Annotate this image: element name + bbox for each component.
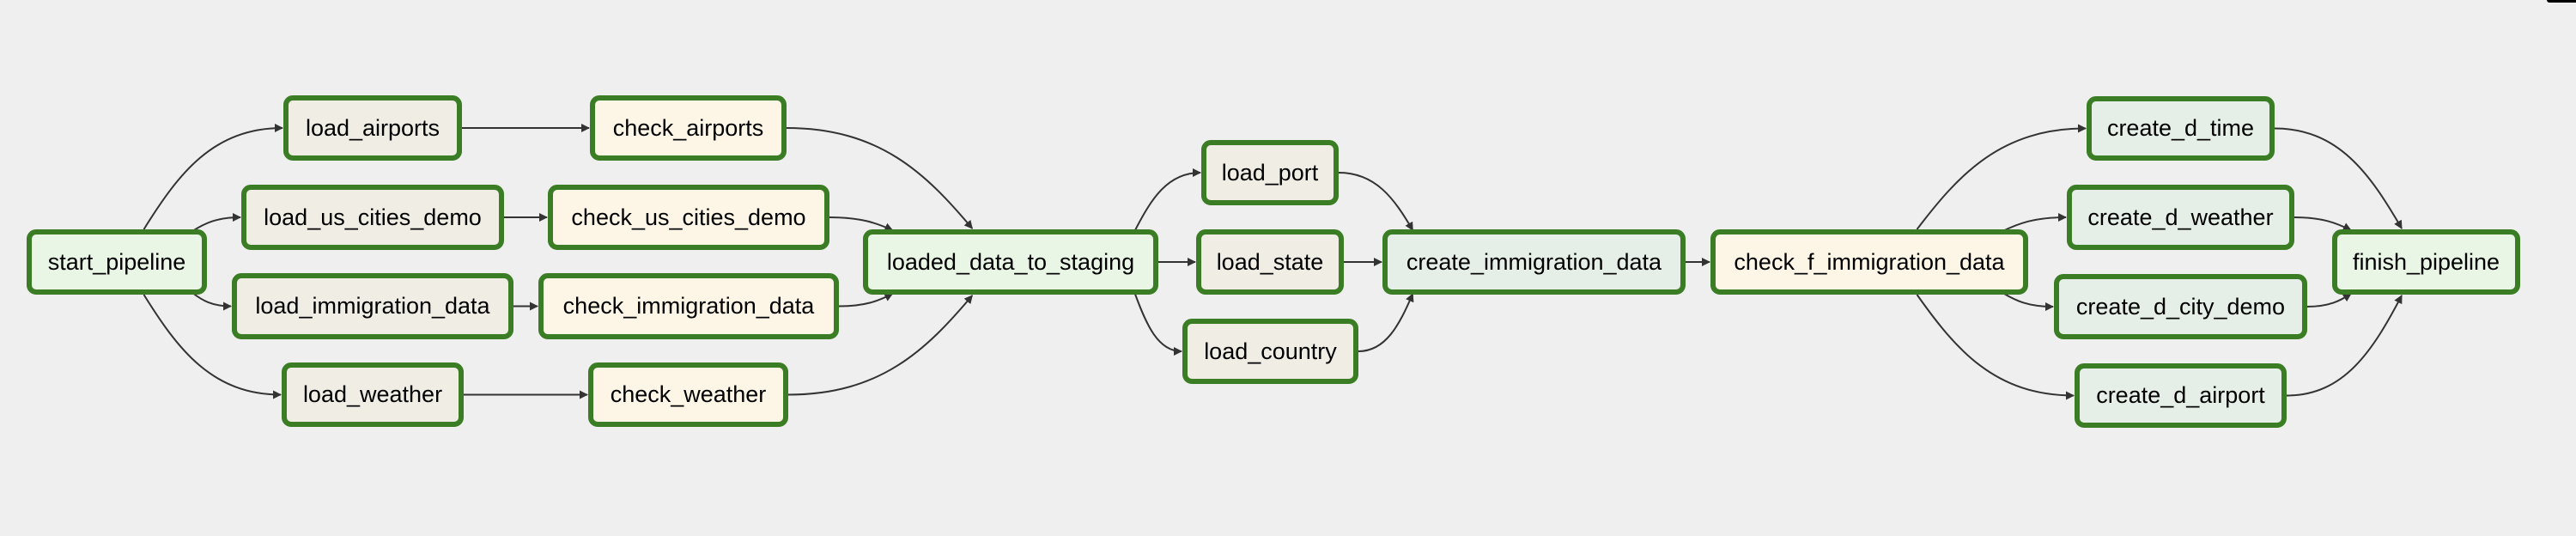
node-label: load_immigration_data: [255, 293, 490, 319]
node-create-d-time[interactable]: create_d_time: [2087, 96, 2275, 161]
node-label: finish_pipeline: [2352, 248, 2500, 275]
node-check-airports[interactable]: check_airports: [590, 95, 787, 161]
node-load-state[interactable]: load_state: [1196, 229, 1344, 295]
node-label: load_weather: [302, 381, 443, 407]
edge-check-us-cities-demo-to-loaded-data-to-staging: [829, 216, 894, 231]
node-finish-pipeline[interactable]: finish_pipeline: [2332, 229, 2520, 295]
node-label: check_us_cities_demo: [571, 204, 806, 230]
node-load-weather[interactable]: load_weather: [282, 362, 464, 427]
edge-check-immigration-data-to-loaded-data-to-staging: [838, 293, 894, 308]
node-label: load_us_cities_demo: [264, 204, 482, 230]
edge-create-d-city-demo-to-finish-pipeline: [2306, 293, 2352, 308]
node-create-d-airport[interactable]: create_d_airport: [2075, 363, 2287, 428]
node-label: check_weather: [610, 381, 767, 407]
node-label: load_country: [1204, 338, 1337, 364]
node-label: load_airports: [305, 114, 440, 141]
window-edge-mark: [2547, 0, 2576, 3]
node-check-f-immigration-data[interactable]: check_f_immigration_data: [1710, 229, 2028, 295]
node-load-immigration-data[interactable]: load_immigration_data: [232, 273, 513, 339]
edge-check-f-immigration-data-to-create-d-time: [1916, 124, 2087, 230]
edge-loaded-data-to-staging-to-load-country: [1133, 292, 1182, 356]
node-create-immigration-data[interactable]: create_immigration_data: [1382, 229, 1686, 295]
node-label: create_immigration_data: [1406, 248, 1662, 275]
node-load-country[interactable]: load_country: [1182, 319, 1358, 384]
node-create-d-city-demo[interactable]: create_d_city_demo: [2054, 274, 2307, 339]
node-load-us-cities-demo[interactable]: load_us_cities_demo: [241, 185, 504, 250]
node-label: check_airports: [612, 114, 764, 141]
node-label: start_pipeline: [47, 248, 186, 275]
node-loaded-data-to-staging[interactable]: loaded_data_to_staging: [863, 229, 1158, 295]
node-label: loaded_data_to_staging: [886, 248, 1135, 275]
node-label: create_d_time: [2106, 115, 2255, 141]
node-label: create_d_airport: [2096, 382, 2265, 408]
edge-check-f-immigration-data-to-create-d-airport: [1916, 294, 2075, 400]
node-label: create_d_city_demo: [2075, 293, 2286, 320]
node-label: check_f_immigration_data: [1734, 248, 2005, 275]
node-start-pipeline[interactable]: start_pipeline: [27, 229, 207, 295]
node-load-airports[interactable]: load_airports: [283, 95, 462, 161]
node-check-us-cities-demo[interactable]: check_us_cities_demo: [548, 185, 829, 250]
edge-loaded-data-to-staging-to-load-port: [1133, 168, 1201, 232]
node-check-immigration-data[interactable]: check_immigration_data: [538, 273, 839, 339]
node-label: load_state: [1216, 248, 1324, 275]
edge-load-country-to-create-immigration-data: [1358, 293, 1414, 352]
node-label: create_d_weather: [2087, 204, 2274, 230]
node-label: load_port: [1221, 159, 1319, 186]
node-load-port[interactable]: load_port: [1201, 140, 1339, 205]
node-create-d-weather[interactable]: create_d_weather: [2067, 185, 2294, 250]
edge-check-f-immigration-data-to-create-d-city-demo: [2002, 292, 2054, 311]
edge-start-pipeline-to-load-immigration-data: [191, 292, 232, 311]
node-check-weather[interactable]: check_weather: [588, 362, 788, 427]
dag-graph: start_pipeline load_airports load_us_cit…: [0, 0, 2576, 536]
node-label: check_immigration_data: [562, 293, 815, 319]
edge-create-d-weather-to-finish-pipeline: [2293, 216, 2352, 231]
edge-load-port-to-create-immigration-data: [1338, 172, 1414, 231]
